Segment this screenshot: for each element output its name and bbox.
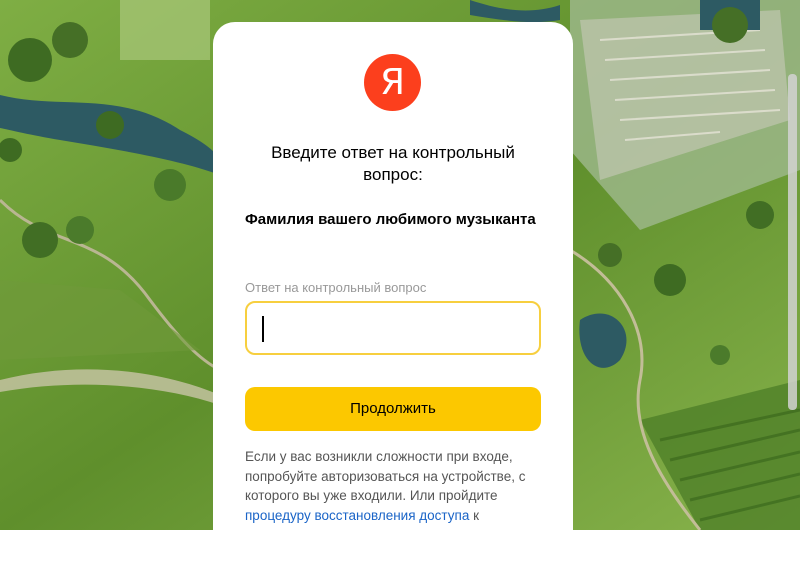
help-text: Если у вас возникли сложности при входе,… <box>245 447 545 525</box>
auth-card: Я Введите ответ на контрольный вопрос: Ф… <box>213 22 573 562</box>
security-question: Фамилия вашего любимого музыканта <box>245 211 536 228</box>
answer-field-label: Ответ на контрольный вопрос <box>245 280 427 295</box>
text-caret <box>262 316 264 342</box>
help-text-tail: к <box>473 507 479 523</box>
scrollbar-thumb[interactable] <box>788 74 797 410</box>
continue-button[interactable]: Продолжить <box>245 387 541 431</box>
answer-input[interactable] <box>245 301 541 355</box>
help-text-body: Если у вас возникли сложности при входе,… <box>245 449 526 503</box>
yandex-logo[interactable]: Я <box>364 54 421 111</box>
recovery-link[interactable]: процедуру восстановления доступа <box>245 508 469 523</box>
page-scrollbar[interactable] <box>786 0 800 530</box>
page-title: Введите ответ на контрольный вопрос: <box>271 143 515 184</box>
